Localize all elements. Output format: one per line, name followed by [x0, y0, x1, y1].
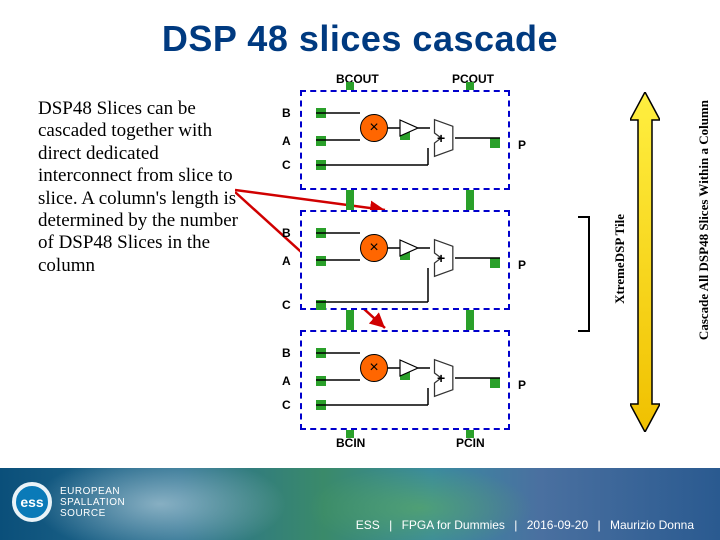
slice-wires-1	[300, 90, 510, 190]
cascade-interconnect	[466, 190, 474, 210]
slice-wires-2	[300, 210, 510, 310]
footer-author: Maurizio Donna	[610, 518, 694, 532]
slice-wires-3	[300, 330, 510, 430]
ess-logo: ess EUROPEAN SPALLATION SOURCE	[12, 482, 125, 522]
column-cascade-label: Cascade All DSP48 Slices Within a Column	[696, 100, 712, 340]
port-a-3: A	[282, 374, 291, 388]
footer-metadata: ESS | FPGA for Dummies | 2016-09-20 | Ma…	[356, 518, 694, 532]
body-text: DSP48 Slices can be cascaded together wi…	[38, 98, 248, 277]
footer-date: 2016-09-20	[527, 518, 588, 532]
port-c-2: C	[282, 298, 291, 312]
port-b-3: B	[282, 346, 291, 360]
separator: |	[389, 518, 392, 532]
port-a-1: A	[282, 134, 291, 148]
column-cascade-arrow	[630, 92, 660, 432]
cascade-interconnect	[346, 190, 354, 210]
port-b-1: B	[282, 106, 291, 120]
cascade-interconnect	[466, 310, 474, 330]
port-a-2: A	[282, 254, 291, 268]
label-bcout: BCOUT	[336, 72, 379, 86]
label-bcin: BCIN	[336, 436, 365, 450]
label-pcin: PCIN	[456, 436, 485, 450]
tile-bracket	[578, 216, 590, 332]
logo-line: SPALLATION	[60, 497, 125, 508]
port-c-3: C	[282, 398, 291, 412]
ess-logo-icon: ess	[12, 482, 52, 522]
port-p-2: P	[518, 258, 526, 272]
cascade-interconnect	[466, 430, 474, 438]
cascade-interconnect	[346, 82, 354, 90]
separator: |	[597, 518, 600, 532]
dsp-cascade-diagram: BCOUT PCOUT B A C P B A C P B A C P BCIN…	[260, 70, 560, 450]
page-title: DSP 48 slices cascade	[0, 0, 720, 60]
port-p-1: P	[518, 138, 526, 152]
cascade-interconnect	[466, 82, 474, 90]
ess-logo-text: EUROPEAN SPALLATION SOURCE	[60, 486, 125, 519]
port-b-2: B	[282, 226, 291, 240]
separator: |	[514, 518, 517, 532]
logo-line: EUROPEAN	[60, 486, 125, 497]
tile-bracket-label: XtremeDSP Tile	[612, 214, 628, 304]
cascade-interconnect	[346, 430, 354, 438]
content-area: DSP48 Slices can be cascaded together wi…	[0, 70, 720, 460]
footer-talk: FPGA for Dummies	[402, 518, 505, 532]
footer-org: ESS	[356, 518, 380, 532]
logo-line: SOURCE	[60, 508, 125, 519]
port-c-1: C	[282, 158, 291, 172]
port-p-3: P	[518, 378, 526, 392]
cascade-interconnect	[346, 310, 354, 330]
